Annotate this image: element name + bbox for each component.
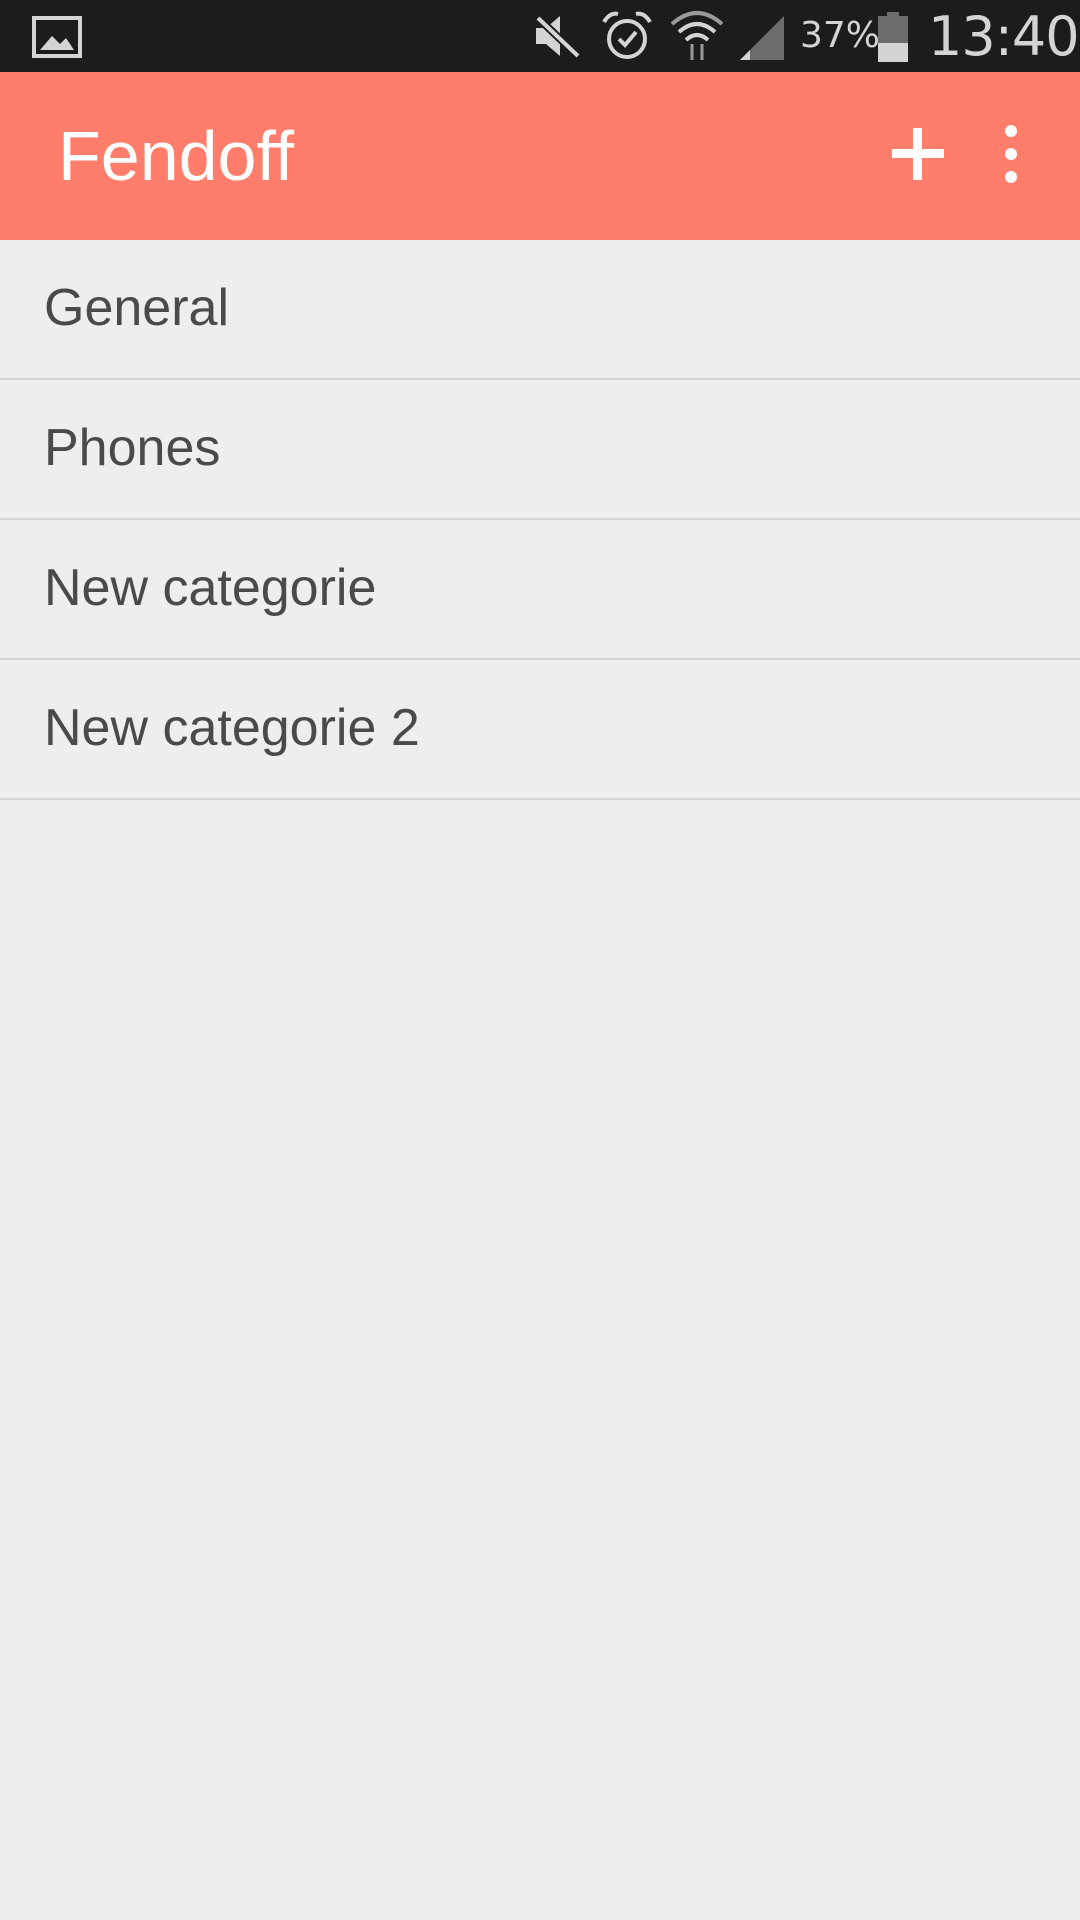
clock: 13:40 [928, 5, 1080, 68]
add-button[interactable] [878, 114, 958, 194]
category-item-new-categorie[interactable]: New categorie [0, 520, 1080, 660]
overflow-menu-icon [1005, 125, 1017, 183]
wifi-icon [670, 8, 724, 66]
status-bar: 37% 13:40 [0, 0, 1080, 72]
mute-icon [532, 12, 582, 64]
category-item-phones[interactable]: Phones [0, 380, 1080, 520]
category-item-new-categorie-2[interactable]: New categorie 2 [0, 660, 1080, 800]
battery-percent: 37% [800, 15, 881, 56]
category-label: New categorie [44, 559, 377, 617]
app-bar: Fendoff [0, 72, 1080, 240]
category-label: General [44, 279, 229, 337]
add-icon [892, 128, 944, 180]
battery-icon [876, 12, 910, 66]
category-list: General Phones New categorie New categor… [0, 240, 1080, 800]
overflow-menu-button[interactable] [990, 114, 1032, 194]
alarm-icon [602, 10, 652, 66]
app-title: Fendoff [58, 117, 295, 195]
signal-icon [736, 12, 786, 66]
gallery-icon [32, 16, 82, 62]
category-item-general[interactable]: General [0, 240, 1080, 380]
category-label: Phones [44, 419, 221, 477]
category-label: New categorie 2 [44, 699, 420, 757]
